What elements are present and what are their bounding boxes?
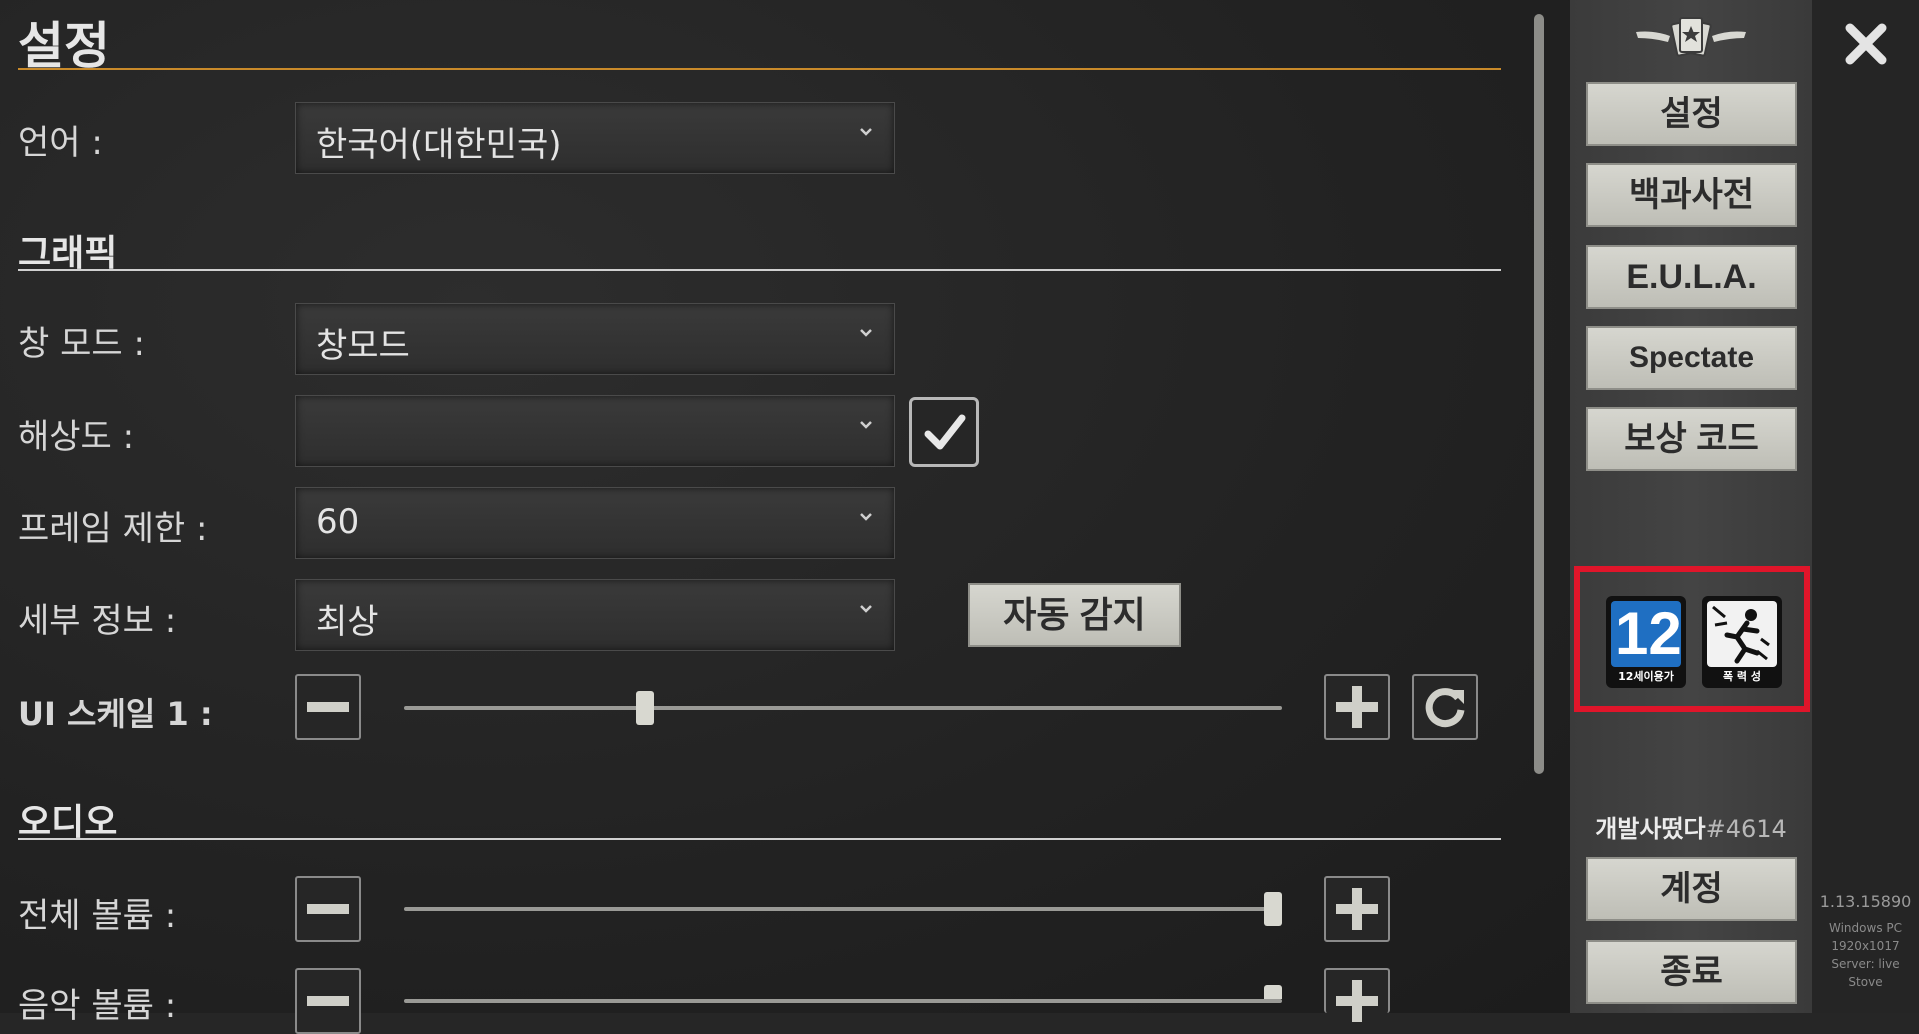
age-rating-label: 12세이용가 [1618,670,1674,683]
resolution-checkbox[interactable] [909,397,979,467]
info-strip: 1.13.15890 Windows PC 1920x1017 Server: … [1812,0,1919,1013]
violence-rating-panel [1707,601,1777,667]
window-mode-dropdown[interactable]: 창모드 [295,303,895,375]
account-button[interactable]: 계정 [1586,857,1797,921]
detail-value: 최상 [316,602,379,642]
sidebar-encyclopedia-button[interactable]: 백과사전 [1586,163,1797,227]
sidebar-spectate-button[interactable]: Spectate [1586,326,1797,390]
violence-icon [1712,605,1770,664]
minus-icon [307,996,349,1006]
resolution-dropdown[interactable] [295,395,895,467]
minus-icon [307,702,349,712]
age-rating-panel: 12 [1611,601,1681,667]
chevron-down-icon [860,513,872,521]
close-icon[interactable] [1844,22,1888,66]
window-mode-value: 창모드 [316,326,410,366]
language-value: 한국어(대한민국) [316,125,562,165]
frame-limit-label: 프레임 제한 : [18,509,208,549]
resolution-text: 1920x1017 [1831,939,1900,953]
refresh-icon [1425,688,1465,728]
ui-scale-decrease-button[interactable] [295,674,361,740]
ui-scale-increase-button[interactable] [1324,674,1390,740]
ui-scale-slider-track[interactable] [404,706,1282,710]
checkmark-icon [924,414,966,450]
plus-icon [1336,888,1378,930]
age-rating-number: 12 [1615,601,1681,667]
rating-highlight-box: 12 12세이용가 폭 력 성 [1574,566,1810,712]
chevron-down-icon [860,421,872,429]
music-volume-decrease-button[interactable] [295,968,361,1034]
quit-button[interactable]: 종료 [1586,940,1797,1004]
master-volume-label: 전체 볼륨 : [18,896,177,936]
minus-icon [307,904,349,914]
username-text: 개발사떴다 [1595,815,1706,843]
resolution-label: 해상도 : [18,417,135,457]
auto-detect-button[interactable]: 자동 감지 [968,583,1181,647]
ui-scale-reset-button[interactable] [1412,674,1478,740]
audio-divider [18,838,1501,840]
username-tag: #4614 [1705,815,1787,843]
plus-icon [1336,980,1378,1022]
master-volume-decrease-button[interactable] [295,876,361,942]
graphics-divider [18,269,1501,271]
server-text: Server: live [1831,957,1900,971]
chevron-down-icon [860,605,872,613]
music-volume-increase-button[interactable] [1324,968,1390,1022]
detail-dropdown[interactable]: 최상 [295,579,895,651]
ui-scale-label: UI 스케일 1 : [18,695,213,733]
store-text: Stove [1848,975,1883,989]
music-volume-slider-track[interactable] [404,999,1282,1003]
master-volume-slider-thumb[interactable] [1264,892,1282,926]
settings-panel: 설정 언어 : 한국어(대한민국) 그래픽 창 모드 : 창모드 해상도 : 프… [0,0,1570,1034]
violence-rating-badge: 폭 력 성 [1702,596,1782,688]
title-divider [18,68,1501,70]
plus-icon [1336,686,1378,728]
ui-scale-slider-thumb[interactable] [636,691,655,725]
sidebar-settings-button[interactable]: 설정 [1586,82,1797,146]
frame-limit-value: 60 [316,502,360,542]
language-label: 언어 : [18,123,103,163]
version-text: 1.13.15890 [1819,892,1912,911]
chevron-down-icon [860,329,872,337]
chevron-down-icon [860,128,872,136]
master-volume-increase-button[interactable] [1324,876,1390,942]
frame-limit-dropdown[interactable]: 60 [295,487,895,559]
settings-scrollbar[interactable] [1534,14,1544,774]
cards-emblem-icon [1636,17,1746,57]
music-volume-slider-thumb[interactable] [1264,985,1282,999]
sidebar-reward-code-button[interactable]: 보상 코드 [1586,407,1797,471]
username-label: 개발사떴다#4614 [1570,809,1812,844]
platform-text: Windows PC [1829,921,1902,935]
age-rating-badge: 12 12세이용가 [1606,596,1686,688]
violence-rating-label: 폭 력 성 [1722,670,1762,683]
music-volume-label: 음악 볼륨 : [18,986,177,1026]
master-volume-slider-track[interactable] [404,907,1282,911]
language-dropdown[interactable]: 한국어(대한민국) [295,102,895,174]
detail-label: 세부 정보 : [18,601,177,641]
sidebar-eula-button[interactable]: E.U.L.A. [1586,245,1797,309]
sidebar: 설정 백과사전 E.U.L.A. Spectate 보상 코드 개발사떴다#46… [1570,0,1812,1013]
window-mode-label: 창 모드 : [18,324,145,364]
